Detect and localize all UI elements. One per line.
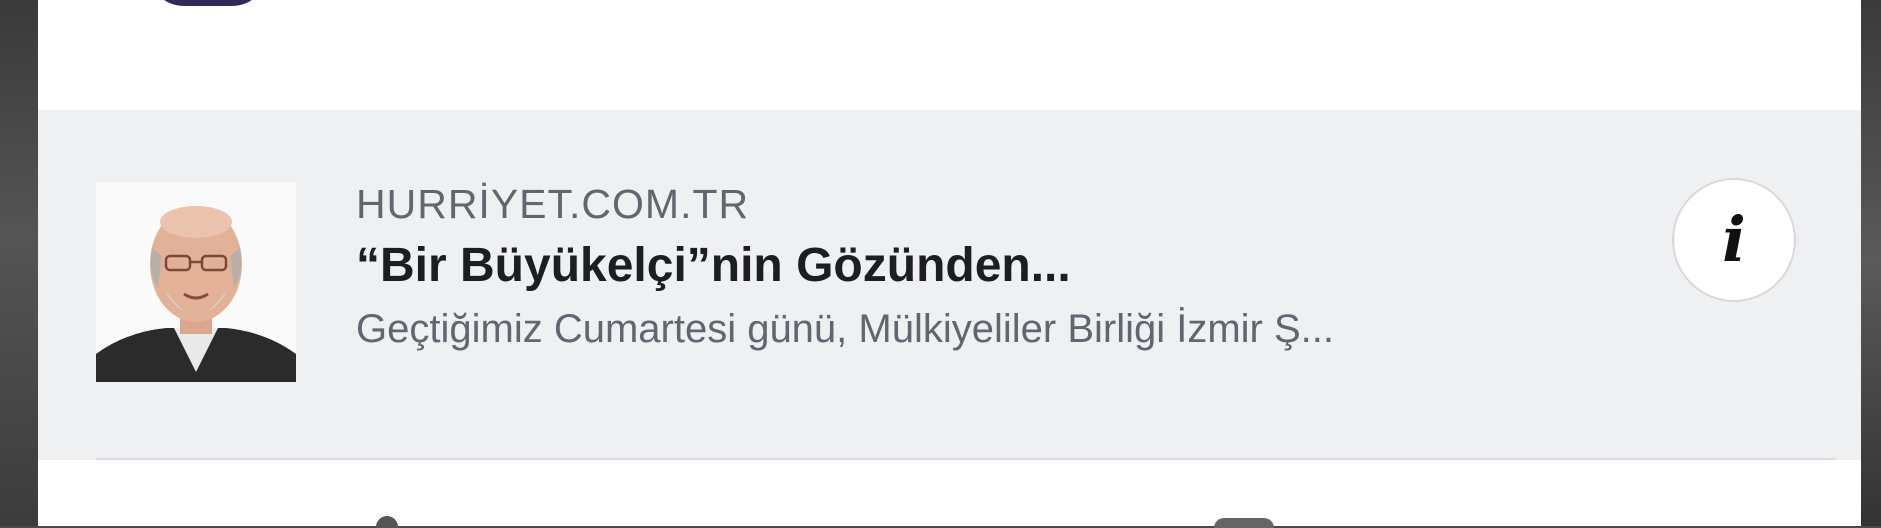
link-preview-card[interactable]: HURRİYET.COM.TR “Bir Büyükelçi”nin Gözün…	[38, 110, 1861, 460]
link-thumbnail[interactable]	[96, 182, 296, 382]
profile-avatar[interactable]	[148, 0, 268, 6]
card-divider	[96, 458, 1836, 460]
link-headline[interactable]: “Bir Büyükelçi”nin Gözünden...	[356, 236, 1836, 296]
comment-icon[interactable]	[1214, 518, 1274, 528]
link-domain: HURRİYET.COM.TR	[356, 181, 750, 227]
info-icon: i	[1722, 203, 1746, 276]
background-right-edge	[1861, 0, 1881, 526]
post-sheet: HURRİYET.COM.TR “Bir Büyükelçi”nin Gözün…	[38, 0, 1861, 526]
author-portrait-icon	[96, 182, 296, 382]
link-text-block[interactable]: HURRİYET.COM.TR “Bir Büyükelçi”nin Gözün…	[356, 178, 1836, 356]
background-left-edge	[0, 0, 38, 526]
info-button[interactable]: i	[1672, 178, 1796, 302]
link-description: Geçtiğimiz Cumartesi günü, Mülkiyeliler …	[356, 307, 1335, 351]
